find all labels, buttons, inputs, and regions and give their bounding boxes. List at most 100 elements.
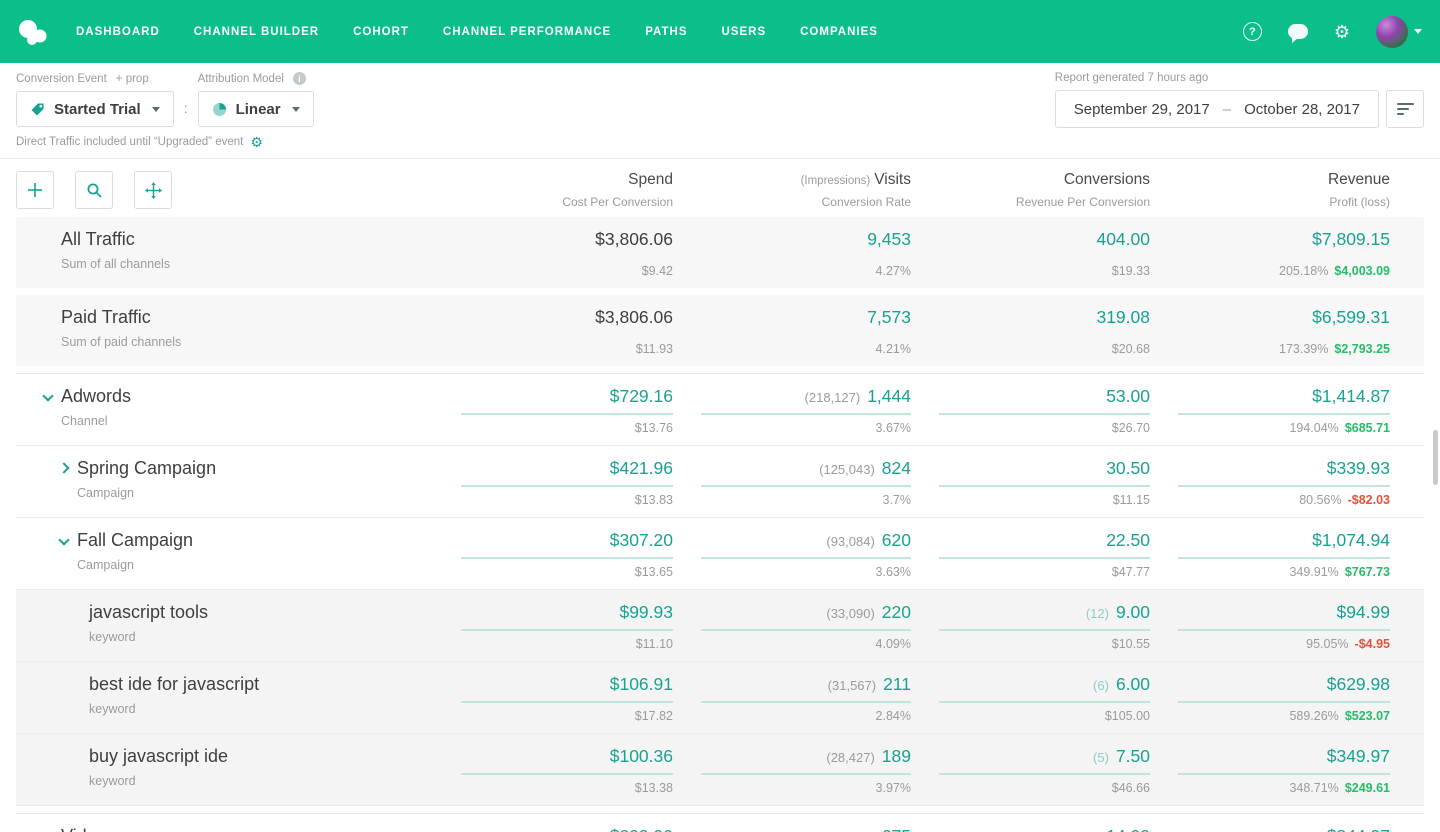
app-logo-icon[interactable] bbox=[16, 17, 50, 47]
scrollbar-thumb[interactable] bbox=[1433, 430, 1438, 485]
row-name[interactable]: buy javascript ide bbox=[89, 746, 228, 767]
row-name[interactable]: Fall Campaign bbox=[77, 530, 193, 551]
col-visits-header[interactable]: (Impressions)Visits Conversion Rate bbox=[673, 171, 911, 209]
table-row[interactable]: Video $299.90 675 14.00 $344.97 bbox=[16, 814, 1424, 832]
note-gear-icon[interactable]: ⚙ bbox=[250, 135, 263, 149]
cost-per-conversion-value: $13.38 bbox=[433, 781, 673, 795]
revenue-value[interactable]: $1,414.87 bbox=[1312, 386, 1390, 406]
expand-chevron-icon[interactable] bbox=[42, 390, 53, 401]
revenue-value[interactable]: $339.93 bbox=[1327, 458, 1390, 478]
revenue-value[interactable]: $94.99 bbox=[1336, 602, 1390, 622]
visits-value[interactable]: 7,573 bbox=[867, 307, 911, 327]
chat-icon[interactable] bbox=[1288, 24, 1308, 39]
search-button[interactable] bbox=[75, 171, 113, 209]
spend-cell: $3,806.06 $9.42 bbox=[433, 229, 673, 278]
nav-item-dashboard[interactable]: DASHBOARD bbox=[76, 26, 160, 38]
col-revenue-header[interactable]: Revenue Profit (loss) bbox=[1150, 171, 1390, 209]
visits-value[interactable]: 220 bbox=[882, 602, 911, 622]
revenue-per-conversion-value: $47.77 bbox=[911, 565, 1150, 579]
conversions-value[interactable]: 6.00 bbox=[1116, 674, 1150, 694]
nav-item-companies[interactable]: COMPANIES bbox=[800, 26, 878, 38]
row-name[interactable]: javascript tools bbox=[89, 602, 208, 623]
date-end[interactable]: October 28, 2017 bbox=[1244, 101, 1360, 118]
nav-item-cohort[interactable]: COHORT bbox=[353, 26, 409, 38]
row-name[interactable]: Adwords bbox=[61, 386, 131, 407]
table-row[interactable]: best ide for javascript keyword $106.91 … bbox=[16, 661, 1424, 733]
revenue-cell: $1,074.94 349.91%$767.73 bbox=[1150, 530, 1390, 579]
visits-value[interactable]: 824 bbox=[882, 458, 911, 478]
impressions-value: (218,127) bbox=[805, 390, 861, 405]
conversions-value[interactable]: 404.00 bbox=[1096, 229, 1150, 249]
spend-value[interactable]: $307.20 bbox=[610, 530, 673, 550]
table-toolbar bbox=[0, 171, 433, 209]
expand-chevron-icon[interactable] bbox=[58, 462, 69, 473]
conversions-value[interactable]: 30.50 bbox=[1106, 458, 1150, 478]
spend-value[interactable]: $729.16 bbox=[610, 386, 673, 406]
revenue-value[interactable]: $349.97 bbox=[1327, 746, 1390, 766]
spend-value[interactable]: $299.90 bbox=[610, 826, 673, 832]
channel-table-body: All Traffic Sum of all channels $3,806.0… bbox=[0, 217, 1440, 832]
row-name[interactable]: Paid Traffic bbox=[61, 307, 181, 328]
cost-per-conversion-value: $13.65 bbox=[433, 565, 673, 579]
info-icon[interactable]: i bbox=[293, 72, 306, 85]
account-menu[interactable] bbox=[1376, 16, 1422, 48]
add-prop-link[interactable]: + prop bbox=[116, 73, 149, 85]
date-start[interactable]: September 29, 2017 bbox=[1074, 101, 1210, 118]
revenue-value[interactable]: $1,074.94 bbox=[1312, 530, 1390, 550]
avatar[interactable] bbox=[1376, 16, 1408, 48]
visits-value[interactable]: 1,444 bbox=[867, 386, 911, 406]
spend-value[interactable]: $100.36 bbox=[610, 746, 673, 766]
nav-item-channel-performance[interactable]: CHANNEL PERFORMANCE bbox=[443, 26, 611, 38]
conversions-value[interactable]: 7.50 bbox=[1116, 746, 1150, 766]
attribution-model-label: Attribution Model bbox=[198, 73, 284, 85]
conversions-value[interactable]: 9.00 bbox=[1116, 602, 1150, 622]
spend-value[interactable]: $3,806.06 bbox=[595, 307, 673, 327]
visits-value[interactable]: 9,453 bbox=[867, 229, 911, 249]
revenue-value[interactable]: $6,599.31 bbox=[1312, 307, 1390, 327]
table-row[interactable]: Fall Campaign Campaign $307.20 $13.65 (9… bbox=[16, 517, 1424, 589]
revenue-value[interactable]: $344.97 bbox=[1327, 826, 1390, 832]
visits-value[interactable]: 620 bbox=[882, 530, 911, 550]
table-row[interactable]: buy javascript ide keyword $100.36 $13.3… bbox=[16, 733, 1424, 805]
conversion-event-dropdown[interactable]: Started Trial bbox=[16, 91, 174, 127]
visits-value[interactable]: 189 bbox=[882, 746, 911, 766]
table-row[interactable]: javascript tools keyword $99.93 $11.10 (… bbox=[16, 589, 1424, 661]
table-row[interactable]: Spring Campaign Campaign $421.96 $13.83 … bbox=[16, 445, 1424, 517]
add-channel-button[interactable] bbox=[16, 171, 54, 209]
move-reorder-button[interactable] bbox=[134, 171, 172, 209]
revenue-per-conversion-value: $10.55 bbox=[911, 637, 1150, 651]
spend-value[interactable]: $421.96 bbox=[610, 458, 673, 478]
help-icon[interactable]: ? bbox=[1243, 22, 1262, 41]
table-row[interactable]: Adwords Channel $729.16 $13.76 (218,127)… bbox=[16, 374, 1424, 445]
spend-value[interactable]: $99.93 bbox=[619, 602, 673, 622]
visits-cell: (218,127)1,444 3.67% bbox=[673, 386, 911, 435]
attribution-model-dropdown[interactable]: Linear bbox=[198, 91, 314, 127]
sort-filter-button[interactable] bbox=[1386, 90, 1424, 128]
col-spend-header[interactable]: Spend Cost Per Conversion bbox=[433, 171, 673, 209]
settings-gear-icon[interactable]: ⚙ bbox=[1334, 23, 1350, 41]
table-row[interactable]: All Traffic Sum of all channels $3,806.0… bbox=[16, 217, 1424, 288]
row-name[interactable]: Video bbox=[61, 826, 107, 832]
row-name[interactable]: best ide for javascript bbox=[89, 674, 259, 695]
row-name[interactable]: Spring Campaign bbox=[77, 458, 216, 479]
nav-item-paths[interactable]: PATHS bbox=[645, 26, 687, 38]
nav-item-channel-builder[interactable]: CHANNEL BUILDER bbox=[194, 26, 319, 38]
row-subtitle: Sum of all channels bbox=[61, 257, 170, 271]
conversions-value[interactable]: 319.08 bbox=[1096, 307, 1150, 327]
table-row[interactable]: Paid Traffic Sum of paid channels $3,806… bbox=[16, 295, 1424, 366]
conversions-value[interactable]: 53.00 bbox=[1106, 386, 1150, 406]
visits-value[interactable]: 675 bbox=[882, 826, 911, 832]
nav-item-users[interactable]: USERS bbox=[722, 26, 767, 38]
expand-chevron-icon[interactable] bbox=[58, 534, 69, 545]
date-range-picker[interactable]: September 29, 2017 – October 28, 2017 bbox=[1055, 90, 1379, 128]
revenue-value[interactable]: $629.98 bbox=[1327, 674, 1390, 694]
direct-traffic-note-text: Direct Traffic included until “Upgraded”… bbox=[16, 136, 243, 148]
revenue-value[interactable]: $7,809.15 bbox=[1312, 229, 1390, 249]
row-name[interactable]: All Traffic bbox=[61, 229, 170, 250]
visits-value[interactable]: 211 bbox=[883, 674, 911, 694]
spend-value[interactable]: $3,806.06 bbox=[595, 229, 673, 249]
col-conversions-header[interactable]: Conversions Revenue Per Conversion bbox=[911, 171, 1150, 209]
spend-value[interactable]: $106.91 bbox=[610, 674, 673, 694]
conversions-value[interactable]: 22.50 bbox=[1106, 530, 1150, 550]
conversions-value[interactable]: 14.00 bbox=[1106, 826, 1150, 832]
